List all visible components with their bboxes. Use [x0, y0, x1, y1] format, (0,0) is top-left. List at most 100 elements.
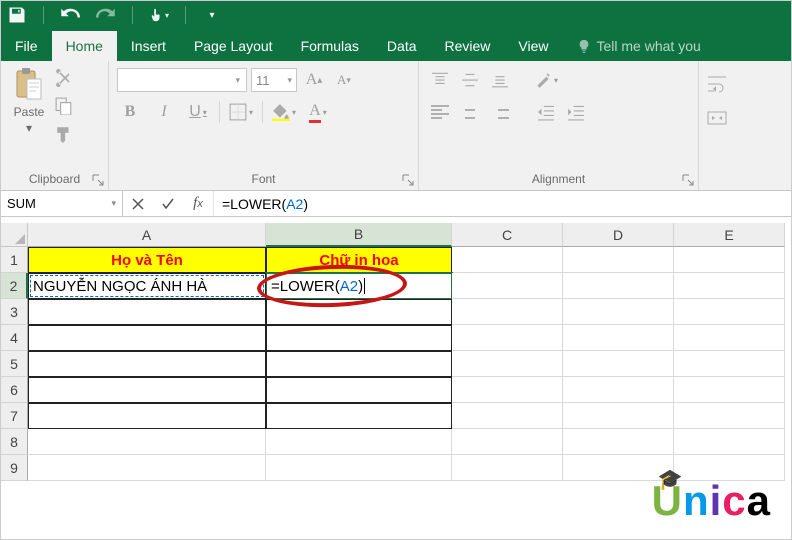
cell-a2[interactable]: NGUYỄN NGỌC ÁNH HÀ: [28, 273, 266, 299]
customize-qat-icon[interactable]: ▾: [202, 5, 222, 25]
cell-b2[interactable]: =LOWER(A2): [266, 273, 452, 299]
row-header-8[interactable]: 8: [1, 429, 28, 455]
align-bottom-button[interactable]: [487, 67, 513, 93]
fill-color-button[interactable]: ▾: [271, 99, 297, 125]
cell-b8[interactable]: [266, 429, 452, 455]
cell-d6[interactable]: [563, 377, 674, 403]
name-box[interactable]: SUM ▾: [1, 191, 123, 216]
increase-font-button[interactable]: A▴: [301, 67, 327, 93]
align-right-button[interactable]: [487, 99, 513, 125]
row-header-9[interactable]: 9: [1, 455, 28, 481]
align-center-button[interactable]: [457, 99, 483, 125]
row-header-3[interactable]: 3: [1, 299, 28, 325]
col-header-e[interactable]: E: [674, 223, 785, 247]
copy-button[interactable]: [53, 95, 75, 117]
dialog-launcher-icon[interactable]: [681, 173, 695, 187]
touch-mode-icon[interactable]: ▾: [149, 5, 169, 25]
col-header-d[interactable]: D: [563, 223, 674, 247]
decrease-indent-button[interactable]: [533, 99, 559, 125]
cell-d8[interactable]: [563, 429, 674, 455]
cell-a7[interactable]: [28, 403, 266, 429]
cell-c4[interactable]: [452, 325, 563, 351]
tab-insert[interactable]: Insert: [117, 31, 180, 61]
cell-d4[interactable]: [563, 325, 674, 351]
col-header-a[interactable]: A: [28, 223, 266, 247]
col-header-b[interactable]: B: [266, 223, 452, 247]
formula-input[interactable]: =LOWER(A2): [214, 191, 791, 216]
merge-center-button[interactable]: [707, 105, 763, 131]
borders-button[interactable]: ▾: [228, 99, 254, 125]
row-header-5[interactable]: 5: [1, 351, 28, 377]
insert-function-button[interactable]: fx: [183, 195, 213, 212]
paste-button[interactable]: Paste ▾: [9, 67, 49, 135]
dialog-launcher-icon[interactable]: [91, 173, 105, 187]
cell-c2[interactable]: [452, 273, 563, 299]
cell-e7[interactable]: [674, 403, 785, 429]
bold-button[interactable]: B: [117, 99, 143, 125]
cell-a1[interactable]: Họ và Tên: [28, 247, 266, 273]
row-header-6[interactable]: 6: [1, 377, 28, 403]
decrease-font-button[interactable]: A▾: [331, 67, 357, 93]
cell-e4[interactable]: [674, 325, 785, 351]
cell-d3[interactable]: [563, 299, 674, 325]
cell-a9[interactable]: [28, 455, 266, 481]
cell-c5[interactable]: [452, 351, 563, 377]
cell-b1[interactable]: Chữ in hoa: [266, 247, 452, 273]
tab-data[interactable]: Data: [373, 31, 431, 61]
cell-c9[interactable]: [452, 455, 563, 481]
font-size-dropdown[interactable]: 11▾: [251, 68, 297, 92]
cell-b4[interactable]: [266, 325, 452, 351]
cell-c6[interactable]: [452, 377, 563, 403]
enter-button[interactable]: [153, 197, 183, 211]
cell-e8[interactable]: [674, 429, 785, 455]
cell-d7[interactable]: [563, 403, 674, 429]
tab-page-layout[interactable]: Page Layout: [180, 31, 287, 61]
dialog-launcher-icon[interactable]: [401, 173, 415, 187]
cell-b5[interactable]: [266, 351, 452, 377]
cell-a6[interactable]: [28, 377, 266, 403]
cell-a4[interactable]: [28, 325, 266, 351]
cut-button[interactable]: [53, 67, 75, 89]
undo-icon[interactable]: [60, 5, 80, 25]
redo-icon[interactable]: [96, 5, 116, 25]
orientation-button[interactable]: ▾: [533, 67, 559, 93]
cell-c7[interactable]: [452, 403, 563, 429]
cell-e1[interactable]: [674, 247, 785, 273]
select-all-button[interactable]: [1, 223, 28, 247]
tab-file[interactable]: File: [1, 31, 52, 61]
tab-home[interactable]: Home: [52, 31, 117, 61]
cell-e2[interactable]: [674, 273, 785, 299]
align-left-button[interactable]: [427, 99, 453, 125]
cell-c8[interactable]: [452, 429, 563, 455]
row-header-7[interactable]: 7: [1, 403, 28, 429]
cell-e3[interactable]: [674, 299, 785, 325]
cell-a8[interactable]: [28, 429, 266, 455]
cell-c1[interactable]: [452, 247, 563, 273]
increase-indent-button[interactable]: [563, 99, 589, 125]
cancel-button[interactable]: [123, 197, 153, 211]
cell-b7[interactable]: [266, 403, 452, 429]
italic-button[interactable]: I: [151, 99, 177, 125]
tab-view[interactable]: View: [504, 31, 562, 61]
cell-c3[interactable]: [452, 299, 563, 325]
tell-me-search[interactable]: Tell me what you: [563, 31, 715, 61]
cell-b3[interactable]: [266, 299, 452, 325]
cell-b9[interactable]: [266, 455, 452, 481]
save-icon[interactable]: [7, 5, 27, 25]
cell-e6[interactable]: [674, 377, 785, 403]
tab-review[interactable]: Review: [431, 31, 505, 61]
align-top-button[interactable]: [427, 67, 453, 93]
cell-d5[interactable]: [563, 351, 674, 377]
cell-a5[interactable]: [28, 351, 266, 377]
align-middle-button[interactable]: [457, 67, 483, 93]
row-header-2[interactable]: 2: [1, 273, 28, 299]
row-header-4[interactable]: 4: [1, 325, 28, 351]
row-header-1[interactable]: 1: [1, 247, 28, 273]
cell-e5[interactable]: [674, 351, 785, 377]
wrap-text-button[interactable]: [707, 71, 763, 97]
col-header-c[interactable]: C: [452, 223, 563, 247]
font-name-dropdown[interactable]: ▾: [117, 68, 247, 92]
cell-d2[interactable]: [563, 273, 674, 299]
tab-formulas[interactable]: Formulas: [287, 31, 373, 61]
cell-b6[interactable]: [266, 377, 452, 403]
